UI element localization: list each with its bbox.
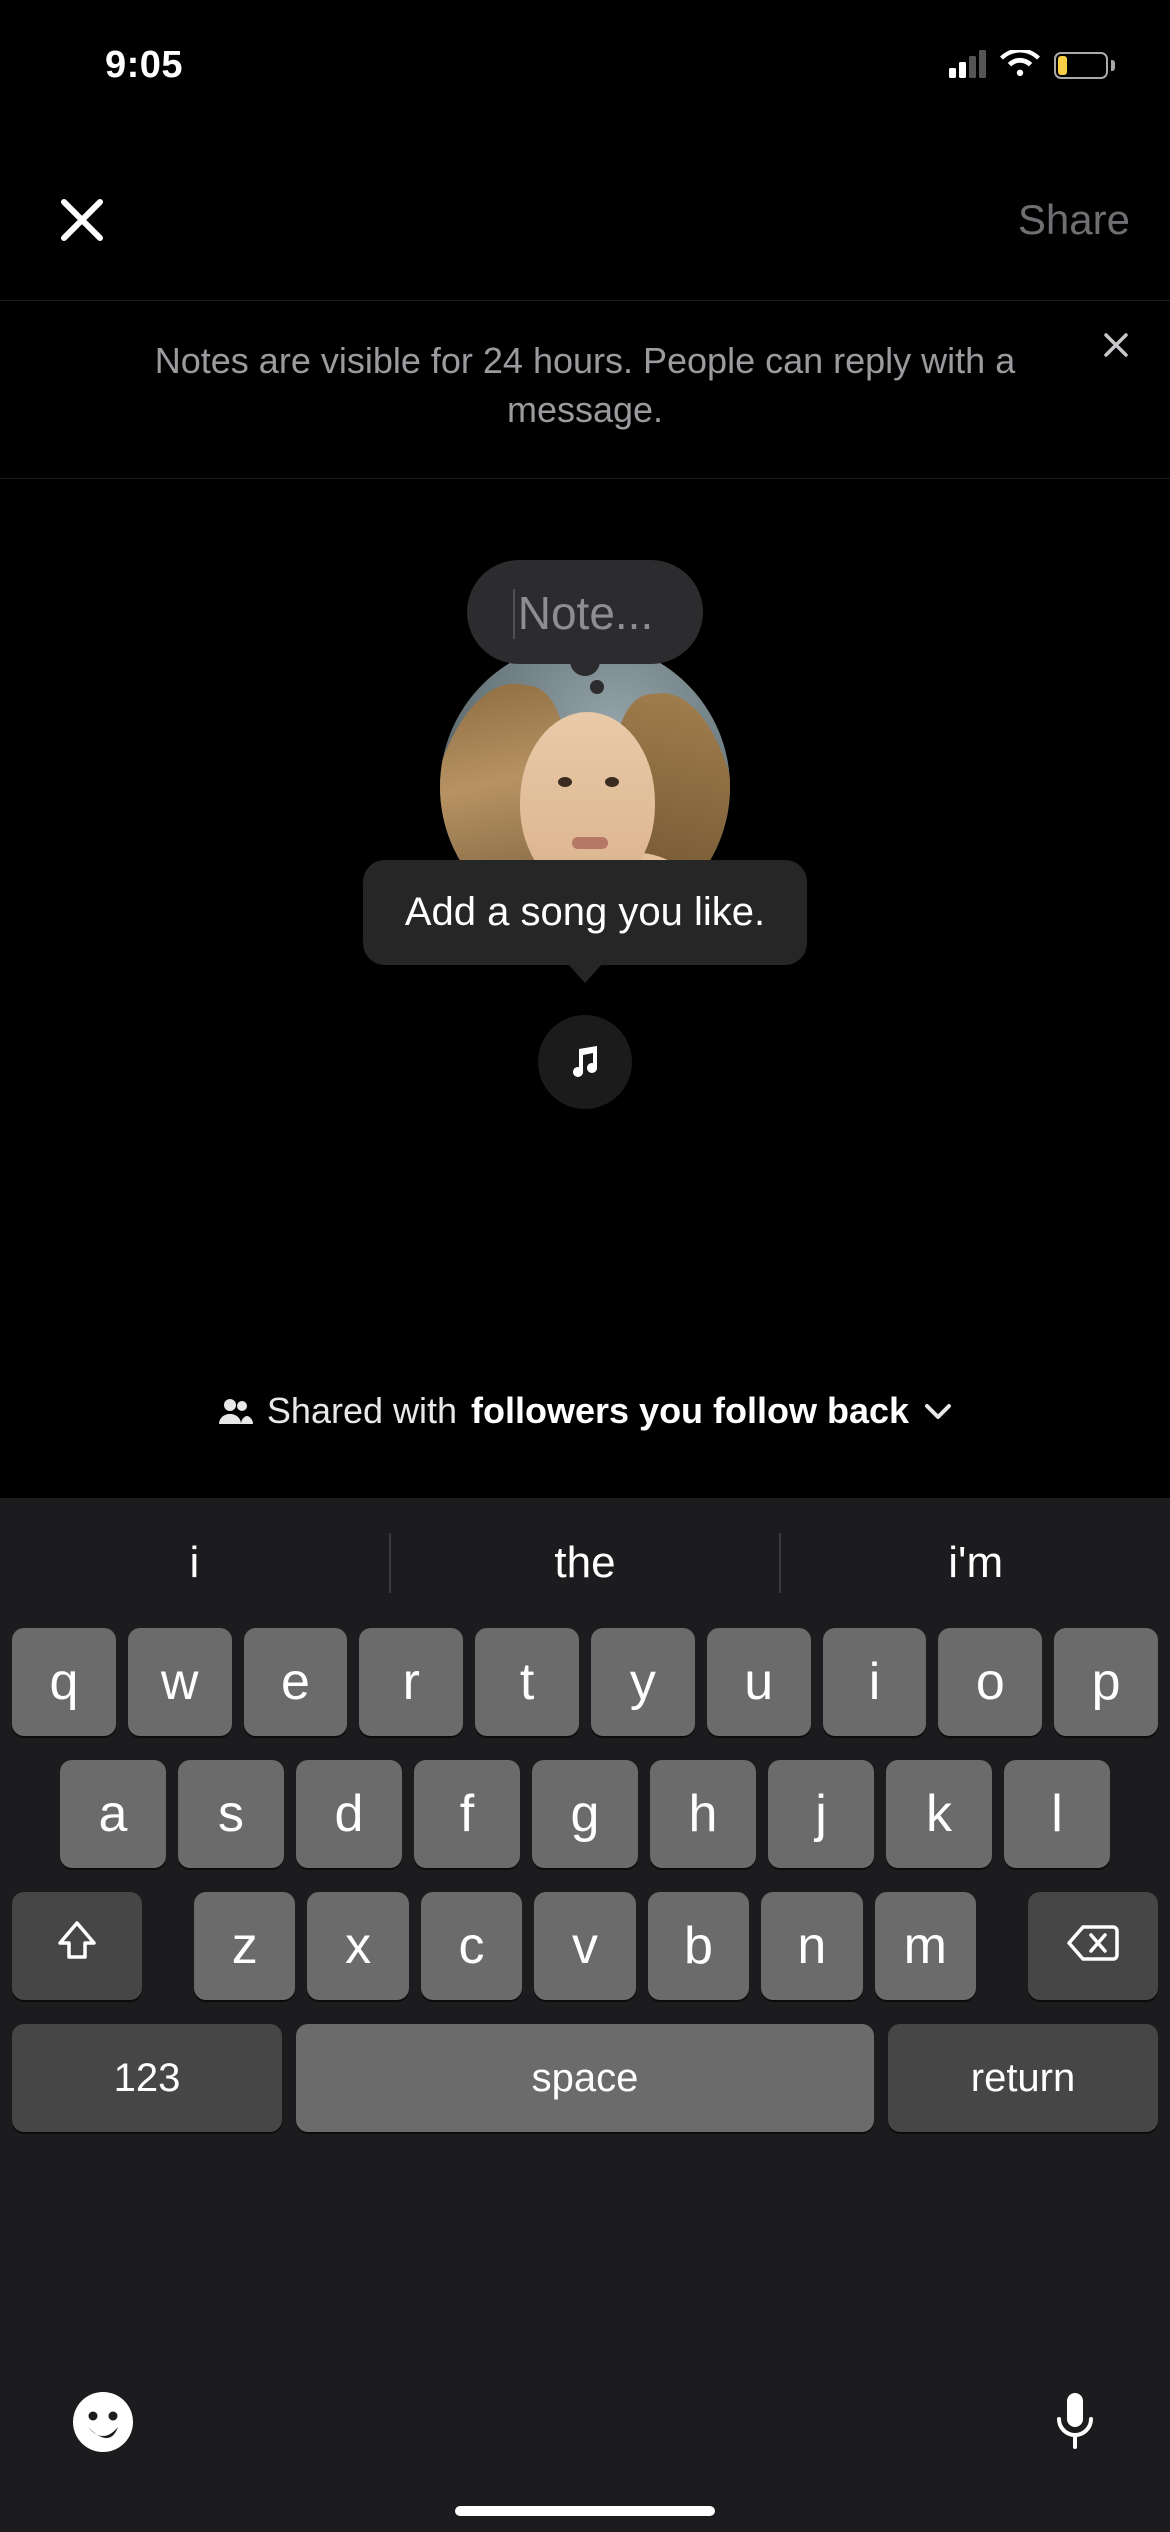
keyboard-row-1: q w e r t y u i o p [0, 1628, 1170, 1736]
status-icons [949, 50, 1115, 80]
keyboard-bottom-row [0, 2352, 1170, 2492]
wifi-icon [1000, 50, 1040, 80]
key-d[interactable]: d [296, 1760, 402, 1868]
music-note-icon [563, 1040, 607, 1084]
people-icon [217, 1397, 253, 1425]
microphone-icon [1050, 2387, 1100, 2457]
info-banner-close-icon[interactable] [1100, 329, 1132, 361]
key-c[interactable]: c [421, 1892, 522, 2000]
key-shift[interactable] [12, 1892, 142, 2000]
suggestion-bar: i the i'm [0, 1498, 1170, 1628]
key-u[interactable]: u [707, 1628, 811, 1736]
suggestion-2[interactable]: the [391, 1538, 780, 1588]
key-v[interactable]: v [534, 1892, 635, 2000]
key-k[interactable]: k [886, 1760, 992, 1868]
chevron-down-icon [923, 1401, 953, 1421]
key-g[interactable]: g [532, 1760, 638, 1868]
key-h[interactable]: h [650, 1760, 756, 1868]
audience-value: followers you follow back [471, 1390, 909, 1432]
key-f[interactable]: f [414, 1760, 520, 1868]
audience-selector[interactable]: Shared with followers you follow back [0, 1390, 1170, 1432]
key-t[interactable]: t [475, 1628, 579, 1736]
key-a[interactable]: a [60, 1760, 166, 1868]
key-w[interactable]: w [128, 1628, 232, 1736]
keyboard-row-2: a s d f g h j k l [0, 1760, 1170, 1868]
emoji-button[interactable] [70, 2389, 136, 2455]
dictation-button[interactable] [1050, 2387, 1100, 2457]
key-space[interactable]: space [296, 2024, 874, 2132]
cellular-icon [949, 52, 986, 78]
emoji-icon [70, 2389, 136, 2455]
key-i[interactable]: i [823, 1628, 927, 1736]
key-s[interactable]: s [178, 1760, 284, 1868]
key-q[interactable]: q [12, 1628, 116, 1736]
key-l[interactable]: l [1004, 1760, 1110, 1868]
note-composer: Note... Add a song you like. [0, 560, 1170, 1300]
key-x[interactable]: x [307, 1892, 408, 2000]
key-j[interactable]: j [768, 1760, 874, 1868]
header: Share [0, 160, 1170, 280]
share-button[interactable]: Share [1018, 196, 1130, 244]
info-banner-text: Notes are visible for 24 hours. People c… [120, 337, 1050, 434]
add-song-tooltip: Add a song you like. [363, 860, 807, 965]
keyboard-row-4: 123 space return [0, 2024, 1170, 2132]
add-music-button[interactable] [538, 1015, 632, 1109]
key-p[interactable]: p [1054, 1628, 1158, 1736]
text-caret [513, 589, 515, 639]
suggestion-1[interactable]: i [0, 1538, 389, 1588]
key-numbers[interactable]: 123 [12, 2024, 282, 2132]
shift-icon [54, 1916, 100, 1976]
key-b[interactable]: b [648, 1892, 749, 2000]
key-return[interactable]: return [888, 2024, 1158, 2132]
status-time: 9:05 [105, 44, 183, 87]
suggestion-3[interactable]: i'm [781, 1538, 1170, 1588]
key-m[interactable]: m [875, 1892, 976, 2000]
key-n[interactable]: n [761, 1892, 862, 2000]
info-banner: Notes are visible for 24 hours. People c… [0, 300, 1170, 479]
keyboard-row-3: z x c v b n m [0, 1892, 1170, 2000]
audience-prefix: Shared with [267, 1390, 457, 1432]
battery-icon [1054, 52, 1115, 79]
keyboard: i the i'm q w e r t y u i o p a s d f g … [0, 1498, 1170, 2532]
status-bar: 9:05 [0, 0, 1170, 110]
key-o[interactable]: o [938, 1628, 1042, 1736]
backspace-icon [1065, 1916, 1121, 1976]
key-z[interactable]: z [194, 1892, 295, 2000]
home-indicator[interactable] [455, 2506, 715, 2516]
note-input[interactable]: Note... [467, 560, 704, 664]
key-r[interactable]: r [359, 1628, 463, 1736]
close-button[interactable] [50, 188, 114, 252]
note-placeholder: Note... [518, 587, 654, 639]
key-e[interactable]: e [244, 1628, 348, 1736]
key-backspace[interactable] [1028, 1892, 1158, 2000]
key-y[interactable]: y [591, 1628, 695, 1736]
